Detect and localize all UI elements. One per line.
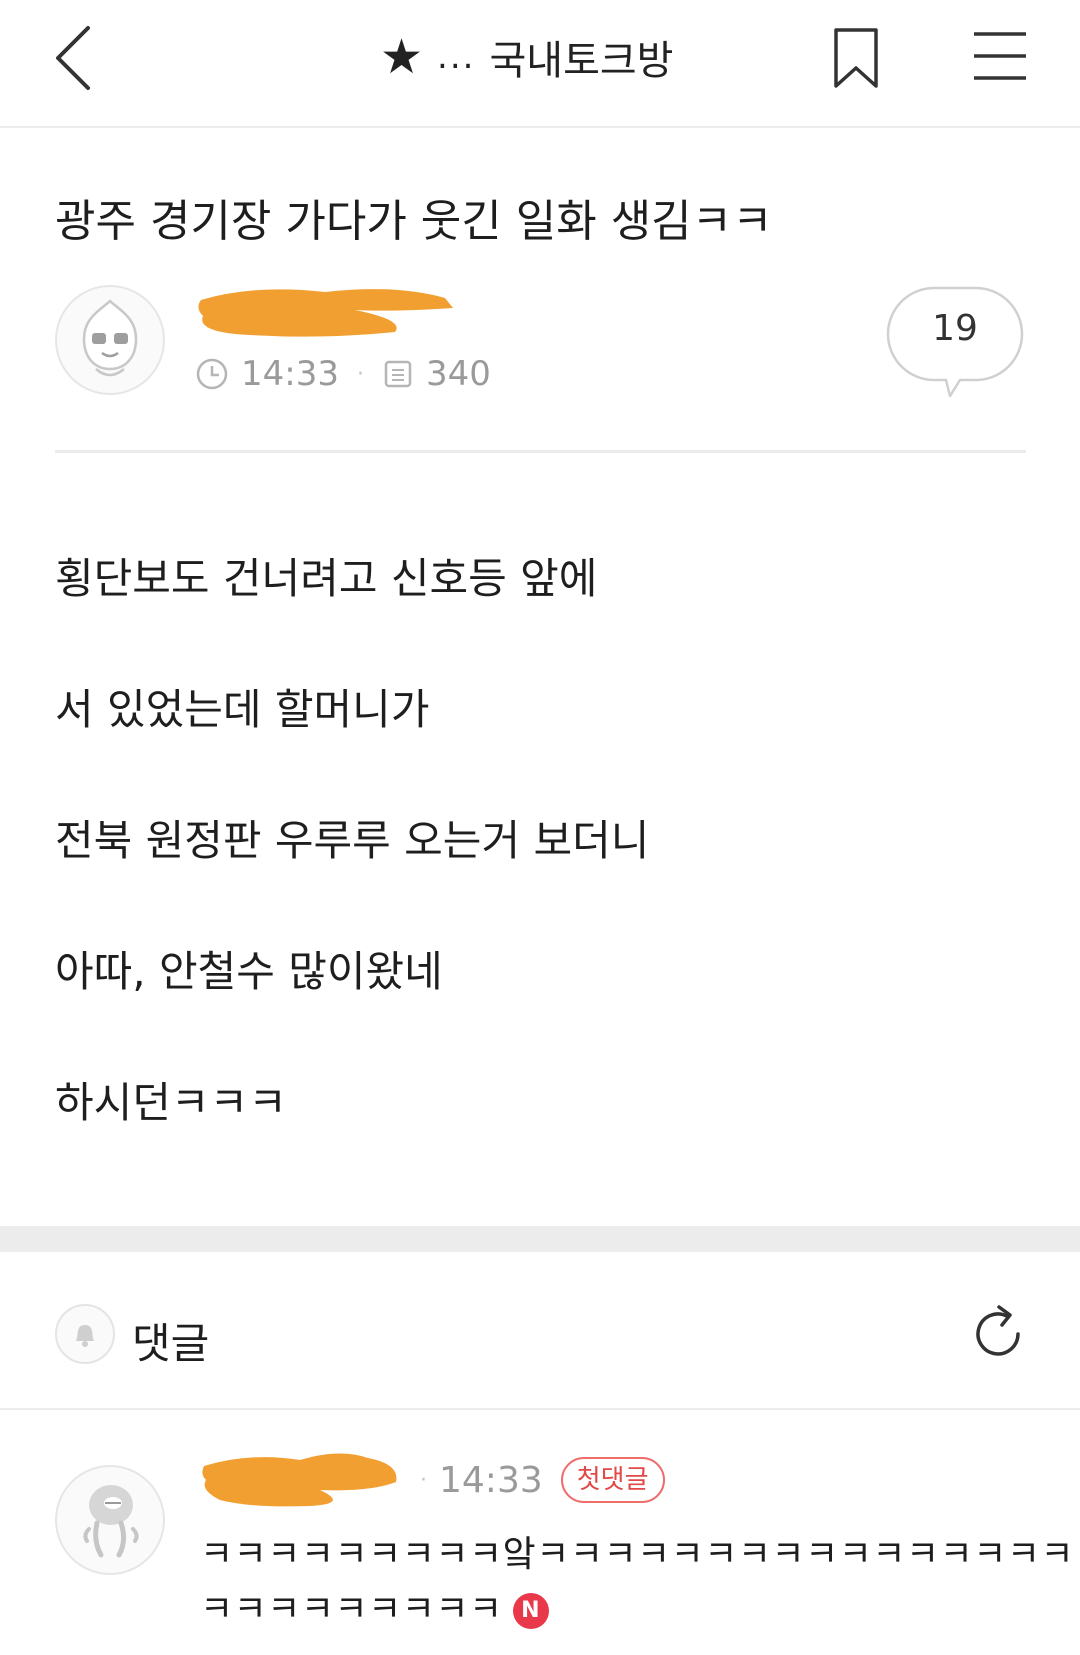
bell-icon — [76, 1325, 94, 1347]
post-body-line: 횡단보도 건너려고 신호등 앞에 — [55, 554, 598, 603]
comment-notification-button[interactable] — [55, 1304, 115, 1364]
meta-separator: · — [420, 1467, 427, 1493]
chevron-left-icon — [56, 26, 90, 90]
refresh-button[interactable] — [966, 1302, 1030, 1366]
board-name: 국내토크방 — [489, 38, 674, 84]
comment-text-continued: ㅋㅋㅋㅋㅋㅋㅋㅋㅋ N — [200, 1580, 549, 1632]
top-app-bar: ★ ... 국내토크방 — [0, 0, 1080, 128]
avatar-character-icon — [83, 1485, 139, 1558]
views-document-icon — [384, 360, 412, 388]
post-title: 광주 경기장 가다가 웃긴 일화 생김ㅋㅋ — [55, 196, 773, 247]
first-comment-badge: 첫댓글 — [560, 1457, 665, 1503]
comment-meta: · 14:33 첫댓글 — [420, 1455, 665, 1505]
post-body-line: 하시던ㅋㅋㅋ — [55, 1078, 287, 1127]
post-body-line: 서 있었는데 할머니가 — [55, 685, 430, 734]
content-divider — [55, 450, 1026, 453]
board-title[interactable]: ★ ... 국내토크방 — [380, 22, 673, 92]
comment-count-button[interactable]: 19 — [884, 284, 1026, 404]
comment-text-line: ㅋㅋㅋㅋㅋㅋㅋㅋㅋ — [200, 1589, 503, 1630]
bookmark-icon — [834, 28, 878, 88]
section-separator — [0, 1226, 1080, 1252]
meta-separator: · — [356, 361, 364, 387]
avatar-character-icon — [82, 299, 138, 377]
comment-time: 14:33 — [439, 1459, 543, 1501]
refresh-icon — [976, 1305, 1020, 1356]
clock-icon — [196, 358, 228, 390]
author-name-redacted[interactable] — [195, 282, 457, 340]
comments-label: 댓글 — [132, 1319, 210, 1368]
post-body-line: 전북 원정판 우루루 오는거 보더니 — [55, 816, 650, 865]
post-views: 340 — [425, 354, 491, 394]
author-avatar[interactable] — [55, 285, 165, 395]
back-button[interactable] — [40, 18, 110, 98]
post-time: 14:33 — [241, 354, 339, 394]
commenter-name-redacted[interactable] — [200, 1446, 405, 1508]
menu-button[interactable] — [968, 26, 1032, 86]
post-body-line: 아따, 안철수 많이왔네 — [55, 947, 443, 996]
bookmark-button[interactable] — [828, 24, 884, 94]
post-meta: 14:33 · 340 — [195, 350, 491, 398]
star-icon: ★ — [380, 29, 424, 85]
comments-header: 댓글 — [0, 1252, 1080, 1410]
board-title-ellipsis: ... — [437, 37, 476, 77]
comment-count: 19 — [932, 308, 978, 349]
comment-text: ㅋㅋㅋㅋㅋㅋㅋㅋㅋ앜ㅋㅋㅋㅋㅋㅋㅋㅋㅋㅋㅋㅋㅋㅋㅋㅋㅋ — [200, 1534, 1080, 1575]
new-badge: N — [512, 1593, 549, 1629]
hamburger-menu-icon — [974, 32, 1026, 80]
commenter-avatar[interactable] — [55, 1465, 165, 1575]
